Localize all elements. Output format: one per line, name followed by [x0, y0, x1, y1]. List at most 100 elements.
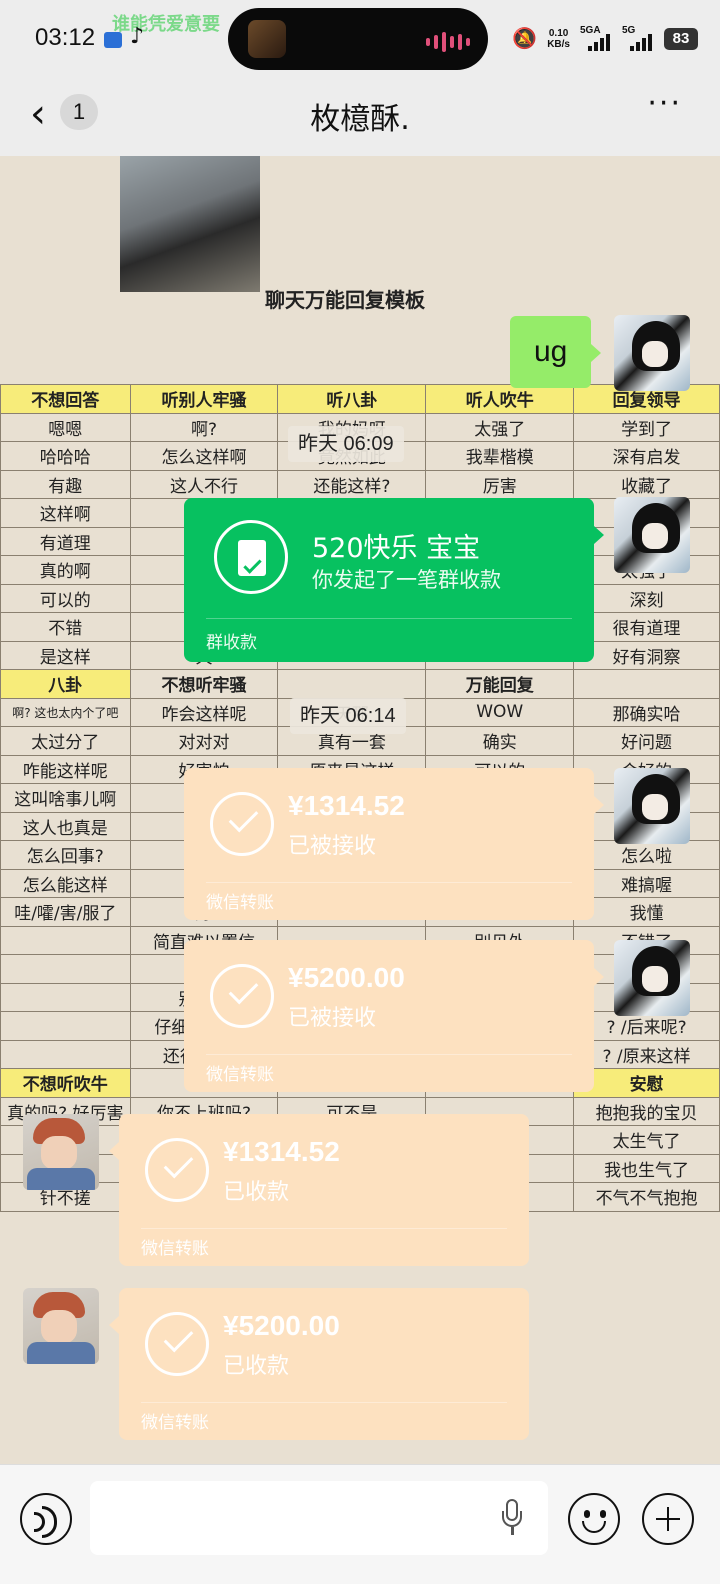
add-more-icon[interactable]	[642, 1493, 694, 1545]
background-table-cell: 太生气了	[573, 1125, 720, 1155]
signal-5ga-icon: 5GA	[580, 25, 612, 51]
background-table-cell: 太强了	[425, 412, 575, 442]
background-table-cell: 深刻	[573, 583, 720, 613]
timestamp: 昨天 06:09	[288, 426, 404, 462]
transfer-footer: 微信转账	[141, 1239, 209, 1259]
background-table-cell: 这样啊	[0, 498, 131, 528]
background-template-title: 聊天万能回复模板	[265, 288, 425, 312]
background-table-cell: 可以的	[0, 583, 131, 613]
background-table-cell: 确实	[425, 726, 575, 756]
background-table-cell: 对对对	[129, 726, 279, 756]
group-collection-footer: 群收款	[206, 633, 257, 653]
background-table-cell: 啊?	[129, 412, 279, 442]
divider	[141, 1402, 507, 1403]
microphone-icon[interactable]	[502, 1499, 522, 1535]
background-table-cell: 怎么啦	[573, 840, 720, 870]
emoji-icon[interactable]	[568, 1493, 620, 1545]
background-table-cell: 不想回答	[0, 384, 131, 414]
background-photo	[120, 156, 260, 292]
background-table-cell: 太过分了	[0, 726, 131, 756]
transfer-footer: 微信转账	[206, 1065, 274, 1085]
background-table-cell: 不想听牢骚	[129, 669, 279, 699]
background-table-cell	[277, 669, 427, 699]
background-table-row: 八卦 不想听牢骚 万能回复	[0, 669, 720, 699]
background-table-cell: 我辈楷模	[425, 441, 575, 471]
background-table-cell: 这人也真是	[0, 811, 131, 841]
voice-input-icon[interactable]	[20, 1493, 72, 1545]
background-table-cell: 有趣	[0, 469, 131, 499]
self-avatar[interactable]	[614, 768, 690, 844]
background-table-cell: 不气不气抱抱	[573, 1182, 720, 1212]
self-avatar[interactable]	[614, 315, 690, 391]
more-options-icon[interactable]: ···	[647, 86, 682, 121]
background-table-cell: 还能这样?	[277, 469, 427, 499]
self-avatar[interactable]	[614, 497, 690, 573]
background-table-row: 有趣 这人不行 还能这样? 厉害 收藏了	[0, 469, 720, 499]
transfer-footer: 微信转账	[141, 1413, 209, 1433]
background-table-cell: 听人吹牛	[425, 384, 575, 414]
background-table-cell: 安慰	[573, 1068, 720, 1098]
background-table-cell: 不错	[0, 612, 131, 642]
transfer-status: 已收款	[223, 1180, 290, 1205]
signal-5g-icon: 5G	[622, 25, 654, 51]
transfer-status: 已收款	[223, 1354, 290, 1379]
background-table-cell: 嗯嗯	[0, 412, 131, 442]
background-table-row: 不想回答 听别人牢骚 听八卦 听人吹牛 回复领导	[0, 384, 720, 414]
status-time: 03:12	[35, 24, 96, 51]
contact-avatar[interactable]	[23, 1288, 99, 1364]
check-circle-icon	[210, 964, 274, 1028]
group-collection-card[interactable]: 520快乐 宝宝 你发起了一笔群收款 群收款	[184, 498, 604, 662]
background-table-cell: 抱抱我的宝贝	[573, 1096, 720, 1126]
background-table-cell: 收藏了	[573, 469, 720, 499]
background-table-cell: 这叫啥事儿啊	[0, 783, 131, 813]
check-circle-icon	[145, 1138, 209, 1202]
group-collection-icon	[214, 520, 288, 594]
transfer-card[interactable]: ¥1314.52 已被接收 微信转账	[184, 768, 604, 920]
background-table-cell: 啊? 这也太内个了吧	[0, 697, 131, 727]
message-input[interactable]	[90, 1481, 548, 1555]
transfer-card[interactable]: ¥5200.00 已收款 微信转账	[109, 1288, 529, 1440]
tiktok-icon: ♪	[130, 24, 145, 49]
background-table-cell: 哇/嚯/害/服了	[0, 897, 131, 927]
background-table-cell: 听别人牢骚	[129, 384, 279, 414]
background-table-cell: 咋能这样呢	[0, 754, 131, 784]
background-table-cell: 难搞喔	[573, 868, 720, 898]
transfer-card[interactable]: ¥1314.52 已收款 微信转账	[109, 1114, 529, 1266]
dynamic-island[interactable]	[228, 8, 488, 70]
chat-header: ‹ 1 枚檍酥. ···	[0, 80, 720, 156]
background-table-cell: 万能回复	[425, 669, 575, 699]
battery-icon: 83	[664, 27, 698, 50]
message-notification-icon	[104, 32, 122, 48]
divider	[206, 618, 572, 619]
network-speed: 0.10 KB/s	[547, 28, 570, 50]
background-table-cell: 是这样	[0, 640, 131, 670]
background-table-cell: 那确实哈	[573, 697, 720, 727]
background-table-cell: 咋会这样呢	[129, 697, 279, 727]
timestamp: 昨天 06:14	[290, 698, 406, 734]
self-avatar[interactable]	[614, 940, 690, 1016]
audio-wave-icon	[426, 32, 470, 52]
transfer-amount: ¥1314.52	[223, 1136, 340, 1167]
background-table-cell	[0, 1011, 131, 1041]
transfer-status: 已被接收	[288, 834, 377, 859]
background-table-cell: 怎么这样啊	[129, 441, 279, 471]
music-cover-icon	[248, 20, 286, 58]
transfer-amount: ¥1314.52	[288, 790, 405, 821]
background-table-cell: 这人不行	[129, 469, 279, 499]
transfer-card[interactable]: ¥5200.00 已被接收 微信转账	[184, 940, 604, 1092]
divider	[206, 1054, 572, 1055]
background-table-cell	[0, 925, 131, 955]
outgoing-text-bubble[interactable]: ug	[510, 316, 602, 388]
contact-avatar[interactable]	[23, 1114, 99, 1190]
background-table-cell: 哈哈哈	[0, 441, 131, 471]
background-table-cell	[0, 1039, 131, 1069]
background-table-cell: 真的啊	[0, 555, 131, 585]
transfer-amount: ¥5200.00	[223, 1310, 340, 1341]
network-speed-unit: KB/s	[547, 38, 570, 50]
background-table-cell: 怎么回事?	[0, 840, 131, 870]
chat-title: 枚檍酥.	[310, 102, 410, 137]
background-table-cell: 我也生气了	[573, 1153, 720, 1183]
background-table-cell	[573, 669, 720, 699]
background-table-cell: ? /原来这样	[573, 1039, 720, 1069]
network-speed-value: 0.10	[548, 27, 569, 39]
